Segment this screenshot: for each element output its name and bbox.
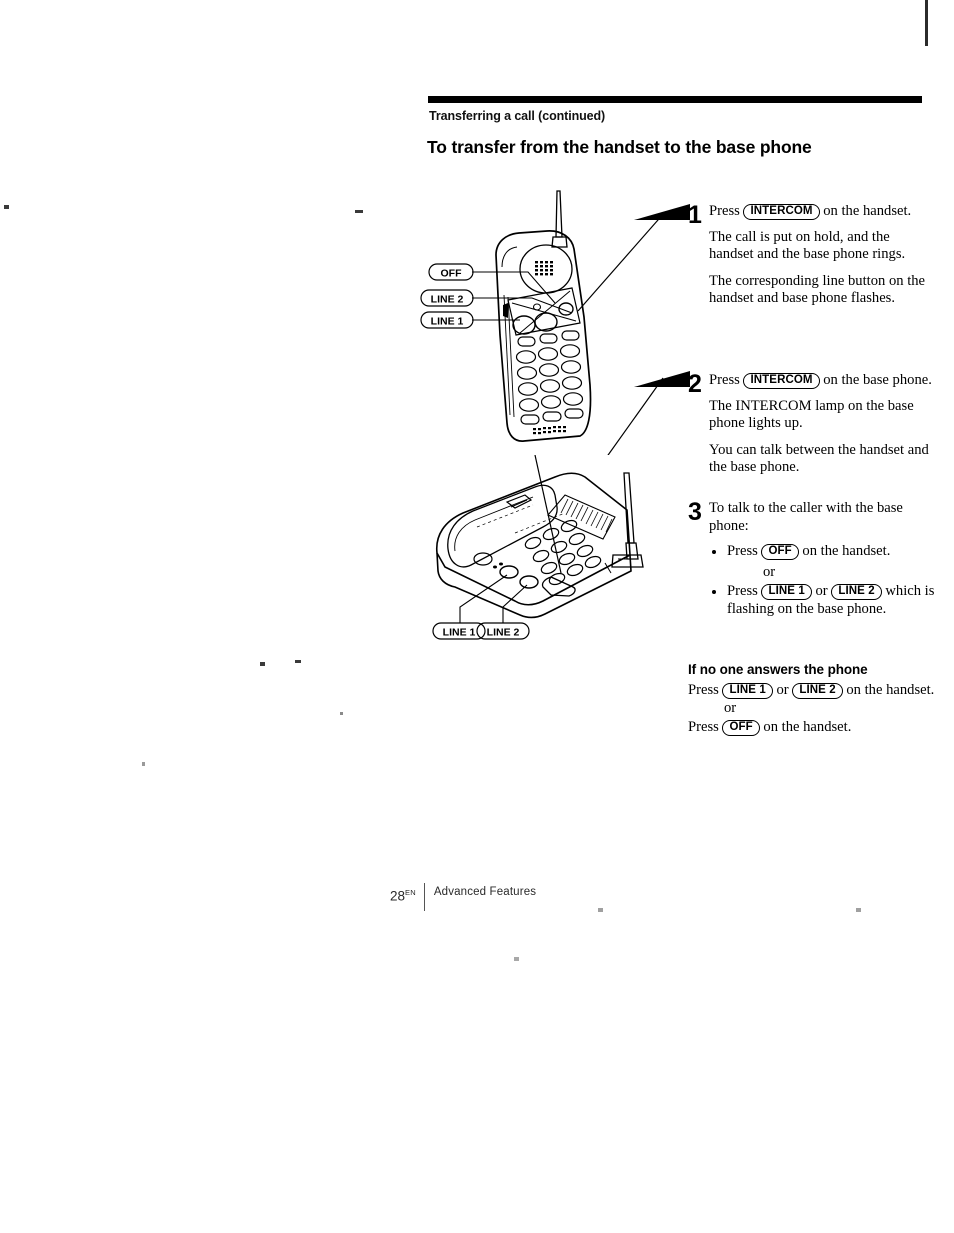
bullet-dot-icon: [712, 550, 716, 554]
page-footer: 28EN Advanced Features: [390, 883, 537, 911]
note-or-label: or: [724, 699, 737, 716]
step-2-arrow: [634, 371, 690, 387]
step-2: 2 Press INTERCOM on the base phone. The …: [688, 372, 936, 490]
handset-callout-line2: LINE 2: [431, 294, 464, 306]
base-callout-line1: LINE 1: [443, 627, 476, 639]
off-key: OFF: [761, 544, 799, 560]
note-line-1-post: on the handset.: [842, 682, 935, 698]
step-1-lead-pre: Press: [709, 203, 744, 219]
step-1-result-1: The call is put on hold, and the handset…: [709, 228, 906, 263]
option-1-post: on the handset.: [798, 543, 891, 559]
option-2-mid: or: [811, 583, 832, 599]
note-line-2-pre: Press: [688, 719, 723, 735]
note-line-1: Press LINE 1 or LINE 2 on the handset.: [688, 682, 938, 700]
step-2-result-2: You can talk between the handset and the…: [709, 441, 929, 476]
step-1-arrow: [634, 204, 690, 220]
step-1-instruction: Press INTERCOM on the handset.: [709, 203, 936, 221]
note-line-1-pre: Press: [688, 682, 723, 698]
step-1-number: 1: [688, 201, 702, 229]
step-3-options: Press OFF on the handset. or Press LINE …: [709, 543, 936, 618]
step-2-instruction: Press INTERCOM on the base phone.: [709, 372, 936, 390]
intercom-key: INTERCOM: [743, 204, 820, 220]
scan-speck: [340, 712, 343, 715]
step-3-instruction: To talk to the caller with the base phon…: [709, 500, 903, 534]
scan-speck: [514, 957, 519, 961]
scan-speck: [142, 762, 145, 766]
scan-speck: [355, 210, 363, 213]
option-1-pre: Press: [727, 543, 762, 559]
scan-edge-mark: [925, 0, 928, 46]
note-heading: If no one answers the phone: [688, 662, 868, 677]
bullet-dot-icon: [712, 590, 716, 594]
step-2-number: 2: [688, 370, 702, 398]
line-1-key: LINE 1: [761, 584, 812, 600]
scan-speck: [295, 660, 301, 663]
chapter-name: Advanced Features: [433, 886, 537, 898]
scan-speck: [598, 908, 603, 912]
option-2-pre: Press: [727, 583, 762, 599]
step-3-or-label: or: [763, 563, 776, 580]
header-rule: [428, 96, 922, 103]
line-2-key: LINE 2: [831, 584, 882, 600]
folio-divider: [423, 883, 425, 911]
intercom-key: INTERCOM: [743, 373, 820, 389]
step-3-option-2: Press LINE 1 or LINE 2 which is flashing…: [709, 583, 936, 618]
off-key: OFF: [722, 720, 760, 736]
step-1-lead-post: on the handset.: [819, 203, 912, 219]
note-line-2: Press OFF on the handset.: [688, 719, 938, 737]
note-body: Press LINE 1 or LINE 2 on the handset. o…: [688, 682, 938, 737]
running-head: Transferring a call (continued): [429, 109, 606, 123]
step-2-result-1: The INTERCOM lamp on the base phone ligh…: [709, 397, 914, 432]
step-1: 1 Press INTERCOM on the handset. The cal…: [688, 203, 936, 358]
note-line-1-mid: or: [772, 682, 793, 698]
handset-callout-line1: LINE 1: [431, 316, 464, 328]
base-callout-line2: LINE 2: [487, 627, 520, 639]
step-1-result-2: The corresponding line button on the han…: [709, 272, 926, 307]
manual-page: Transferring a call (continued) To trans…: [0, 0, 954, 1233]
scan-speck: [4, 205, 9, 209]
folio-number: 28: [390, 888, 406, 904]
folio-suffix: EN: [405, 888, 416, 897]
step-3-number: 3: [688, 498, 702, 526]
handset-illustration: OFF LINE 2 LINE 1: [420, 190, 666, 455]
page-title: To transfer from the handset to the base…: [427, 137, 812, 157]
step-2-lead-post: on the base phone.: [819, 372, 932, 388]
handset-callout-off: OFF: [441, 268, 463, 280]
scan-speck: [856, 908, 861, 912]
note-line-2-post: on the handset.: [759, 719, 852, 735]
folio: 28EN: [390, 885, 416, 904]
steps-column: 1 Press INTERCOM on the handset. The cal…: [688, 203, 936, 620]
step-3-option-1: Press OFF on the handset.: [709, 543, 936, 561]
base-phone-illustration: LINE 1 LINE 2: [432, 455, 644, 640]
step-2-lead-pre: Press: [709, 372, 744, 388]
line-2-key: LINE 2: [792, 683, 843, 699]
line-1-key: LINE 1: [722, 683, 773, 699]
scan-speck: [260, 662, 265, 666]
step-3: 3 To talk to the caller with the base ph…: [688, 500, 936, 618]
